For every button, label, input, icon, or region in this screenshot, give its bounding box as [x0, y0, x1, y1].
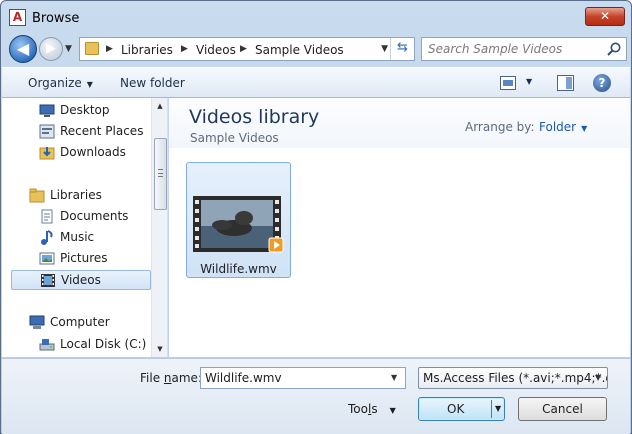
title-bar: A Browse ✕	[1, 1, 631, 33]
back-button[interactable]: ◀	[9, 35, 37, 63]
navigation-scrollbar[interactable]: ▲ ▼	[151, 98, 167, 357]
desktop-icon	[39, 104, 55, 117]
sidebar-item-label: Recent Places	[60, 124, 144, 138]
recent-places-icon	[39, 124, 55, 139]
scroll-down-icon[interactable]: ▼	[154, 343, 166, 355]
split-divider	[491, 400, 492, 418]
sidebar-item-recent-places[interactable]: Recent Places	[39, 122, 167, 142]
sidebar-item-label: Computer	[50, 315, 110, 329]
video-thumbnail-icon	[193, 196, 284, 253]
tools-label-part: s	[371, 402, 378, 416]
browse-dialog: A Browse ✕ ◀ ▶ ▼ ▶ Libraries ▶ Videos ▶ …	[0, 0, 632, 434]
cancel-button[interactable]: Cancel	[518, 397, 607, 421]
file-list-pane[interactable]: Videos library Sample Videos Arrange by:…	[169, 98, 630, 357]
address-dropdown-icon[interactable]: ▼	[381, 44, 388, 54]
documents-icon	[41, 209, 53, 224]
sidebar-item-desktop[interactable]: Desktop	[39, 101, 167, 121]
breadcrumb-separator-icon[interactable]: ▶	[106, 44, 113, 54]
navigation-bar: ◀ ▶ ▼ ▶ Libraries ▶ Videos ▶ Sample Vide…	[7, 35, 627, 63]
chevron-down-icon: ▼	[581, 124, 588, 133]
file-item-wildlife[interactable]: Wildlife.wmv	[186, 162, 291, 278]
sidebar-item-local-disk[interactable]: Local Disk (C:)	[39, 335, 167, 355]
file-name-label: Wildlife.wmv	[200, 262, 277, 276]
access-app-icon: A	[9, 9, 26, 26]
music-icon	[41, 230, 53, 245]
breadcrumb-libraries[interactable]: Libraries	[121, 43, 173, 57]
sidebar-item-videos[interactable]: Videos	[11, 270, 151, 290]
sidebar-item-documents[interactable]: Documents	[39, 207, 167, 227]
file-type-select[interactable]: Ms.Access Files (*.avi;*.mp4;*.d	[418, 367, 608, 389]
search-input[interactable]	[428, 41, 598, 57]
local-disk-icon	[39, 339, 55, 351]
file-name-label-part: ame:	[171, 371, 202, 385]
sidebar-item-label: Pictures	[60, 251, 108, 265]
breadcrumb-separator-icon[interactable]: ▶	[240, 44, 247, 54]
computer-icon	[29, 315, 45, 329]
pictures-icon	[39, 252, 55, 265]
sidebar-item-downloads[interactable]: Downloads	[39, 143, 167, 163]
help-icon[interactable]: ?	[593, 74, 611, 92]
sidebar-item-label: Videos	[61, 273, 101, 287]
recent-locations-dropdown-icon[interactable]: ▼	[65, 44, 72, 54]
search-box[interactable]	[421, 37, 627, 61]
sidebar-item-computer[interactable]: Computer	[29, 313, 167, 333]
open-options-dropdown-icon[interactable]: ▼	[495, 404, 501, 413]
close-button[interactable]: ✕	[585, 7, 625, 26]
folder-icon	[85, 42, 99, 55]
breadcrumb-sample-videos[interactable]: Sample Videos	[255, 43, 344, 57]
library-title: Videos library	[189, 106, 320, 128]
forward-button[interactable]: ▶	[39, 37, 63, 61]
chevron-down-icon: ▼	[389, 406, 396, 415]
sidebar-item-label: Desktop	[60, 103, 110, 117]
sidebar-item-pictures[interactable]: Pictures	[39, 249, 167, 269]
breadcrumb-separator-icon[interactable]: ▶	[181, 44, 188, 54]
sidebar-item-libraries[interactable]: Libraries	[29, 186, 167, 206]
arrange-by-dropdown[interactable]: Folder ▼	[539, 120, 587, 134]
grip-icon	[158, 169, 163, 177]
search-icon[interactable]	[606, 41, 622, 57]
arrange-by-value: Folder	[539, 120, 577, 134]
tools-label-part: Too	[348, 402, 368, 416]
sidebar-item-label: Libraries	[50, 188, 102, 202]
library-subtitle: Sample Videos	[190, 131, 279, 145]
file-name-label: File name:	[140, 371, 202, 385]
file-name-dropdown-icon[interactable]: ▼	[391, 373, 397, 382]
sidebar-item-label: Downloads	[60, 145, 126, 159]
navigation-pane[interactable]: Desktop Recent Places Downloads Librarie…	[2, 98, 168, 357]
organize-button[interactable]: Organize ▼	[28, 76, 93, 90]
tools-button[interactable]: Tools ▼	[348, 402, 396, 416]
scrollbar-thumb[interactable]	[154, 138, 167, 210]
command-toolbar: Organize ▼ New folder ▼ ?	[2, 67, 630, 98]
scroll-up-icon[interactable]: ▲	[154, 100, 166, 112]
chevron-down-icon: ▼	[86, 80, 93, 89]
organize-label: Organize	[28, 76, 82, 90]
change-view-icon[interactable]	[500, 76, 516, 90]
sidebar-item-label: Documents	[60, 209, 129, 223]
sidebar-item-label: Local Disk (C:)	[60, 337, 147, 351]
view-options-dropdown-icon[interactable]: ▼	[526, 77, 532, 86]
file-name-label-part: File	[140, 371, 164, 385]
file-name-label-mnemonic: n	[163, 371, 172, 385]
arrange-by-label: Arrange by:	[465, 120, 535, 134]
ok-button[interactable]: OK ▼	[418, 397, 505, 421]
dialog-footer: File name: ▼ Ms.Access Files (*.avi;*.mp…	[2, 358, 630, 434]
sidebar-item-music[interactable]: Music	[39, 228, 167, 248]
refresh-icon[interactable]: ⇆	[390, 38, 414, 60]
ok-label: OK	[447, 402, 465, 416]
videos-icon	[41, 274, 55, 287]
file-name-input[interactable]	[200, 367, 406, 389]
new-folder-button[interactable]: New folder	[120, 76, 185, 90]
breadcrumb-videos[interactable]: Videos	[196, 43, 236, 57]
sidebar-item-label: Music	[60, 230, 95, 244]
file-type-dropdown-icon[interactable]: ▼	[595, 373, 601, 382]
library-header: Videos library Sample Videos Arrange by:…	[169, 98, 630, 148]
downloads-icon	[39, 147, 55, 160]
address-bar[interactable]: ▶ Libraries ▶ Videos ▶ Sample Videos ▼ ⇆	[79, 37, 415, 61]
window-title: Browse	[32, 11, 80, 26]
preview-pane-icon[interactable]	[557, 75, 574, 91]
libraries-icon	[29, 188, 45, 203]
